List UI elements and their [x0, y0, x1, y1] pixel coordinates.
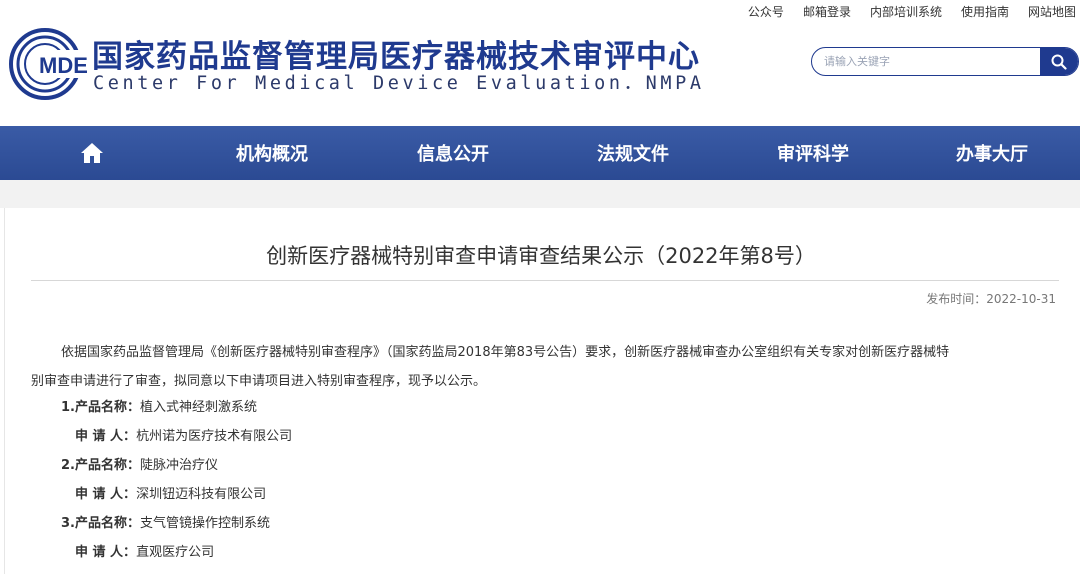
applicant-label: 申 请 人：	[75, 545, 137, 560]
top-links: 公众号 邮箱登录 内部培训系统 使用指南 网站地图	[748, 3, 1076, 20]
top-link-mail-login[interactable]: 邮箱登录	[803, 3, 851, 20]
mde-logo[interactable]: MDE	[5, 28, 87, 100]
applicant-row: 申 请 人：杭州诺为医疗技术有限公司	[61, 422, 292, 451]
article: 创新医疗器械特别审查申请审查结果公示（2022年第8号） 发布时间：2022-1…	[4, 208, 1080, 574]
nav-item-regulations[interactable]: 法规文件	[573, 126, 693, 180]
top-link-sitemap[interactable]: 网站地图	[1028, 3, 1076, 20]
nav-home[interactable]	[60, 126, 124, 180]
site-title-english: Center For Medical Device Evaluation．NMP…	[93, 73, 705, 94]
article-title: 创新医疗器械特别审查申请审查结果公示（2022年第8号）	[266, 244, 816, 268]
top-link-user-guide[interactable]: 使用指南	[961, 3, 1009, 20]
logo-text: MDE	[39, 53, 87, 78]
content-gap	[0, 180, 1080, 208]
search-input[interactable]	[824, 48, 1034, 75]
nav-item-service-hall[interactable]: 办事大厅	[932, 126, 1052, 180]
publish-date-label: 发布时间：	[926, 292, 987, 306]
search-button[interactable]	[1040, 48, 1078, 75]
publish-date: 发布时间：2022-10-31	[926, 290, 1056, 307]
product-name: 植入式神经刺激系统	[139, 400, 257, 415]
intro-line-2: 别审查申请进行了审查，拟同意以下申请项目进入特别审查程序，现予以公示。	[31, 374, 487, 389]
product-row: 2.产品名称：陡脉冲治疗仪	[61, 451, 292, 480]
nav-item-review-science[interactable]: 审评科学	[753, 126, 873, 180]
product-name: 支气管镜操作控制系统	[139, 516, 270, 531]
intro-line-1: 依据国家药品监督管理局《创新医疗器械特别审查程序》（国家药监局2018年第83号…	[61, 345, 950, 360]
title-divider	[31, 280, 1059, 281]
applicant-row: 申 请 人：直观医疗公司	[61, 538, 292, 567]
top-link-wechat[interactable]: 公众号	[748, 3, 784, 20]
nav-item-about[interactable]: 机构概况	[212, 126, 332, 180]
product-label: 3.产品名称：	[61, 516, 140, 531]
product-label: 2.产品名称：	[61, 458, 140, 473]
nav-item-info-disclosure[interactable]: 信息公开	[393, 126, 513, 180]
search-icon	[1051, 54, 1067, 70]
applicant-label: 申 请 人：	[75, 487, 137, 502]
publish-date-value: 2022-10-31	[986, 292, 1056, 306]
product-row: 3.产品名称：支气管镜操作控制系统	[61, 509, 292, 538]
applicant-label: 申 请 人：	[75, 429, 137, 444]
article-intro: 依据国家药品监督管理局《创新医疗器械特别审查程序》（国家药监局2018年第83号…	[31, 338, 1061, 396]
product-list: 1.产品名称：植入式神经刺激系统 申 请 人：杭州诺为医疗技术有限公司 2.产品…	[61, 393, 292, 567]
site-header: 公众号 邮箱登录 内部培训系统 使用指南 网站地图 MDE 国家药品监督管理局医…	[0, 0, 1080, 126]
applicant-name: 深圳钮迈科技有限公司	[136, 487, 267, 502]
product-label: 1.产品名称：	[61, 400, 140, 415]
main-nav: 机构概况 信息公开 法规文件 审评科学 办事大厅	[0, 126, 1080, 180]
search-box	[811, 47, 1079, 76]
top-link-training-system[interactable]: 内部培训系统	[870, 3, 942, 20]
applicant-name: 直观医疗公司	[136, 545, 215, 560]
applicant-name: 杭州诺为医疗技术有限公司	[136, 429, 293, 444]
product-row: 1.产品名称：植入式神经刺激系统	[61, 393, 292, 422]
product-name: 陡脉冲治疗仪	[139, 458, 218, 473]
home-icon	[81, 143, 103, 163]
applicant-row: 申 请 人：深圳钮迈科技有限公司	[61, 480, 292, 509]
